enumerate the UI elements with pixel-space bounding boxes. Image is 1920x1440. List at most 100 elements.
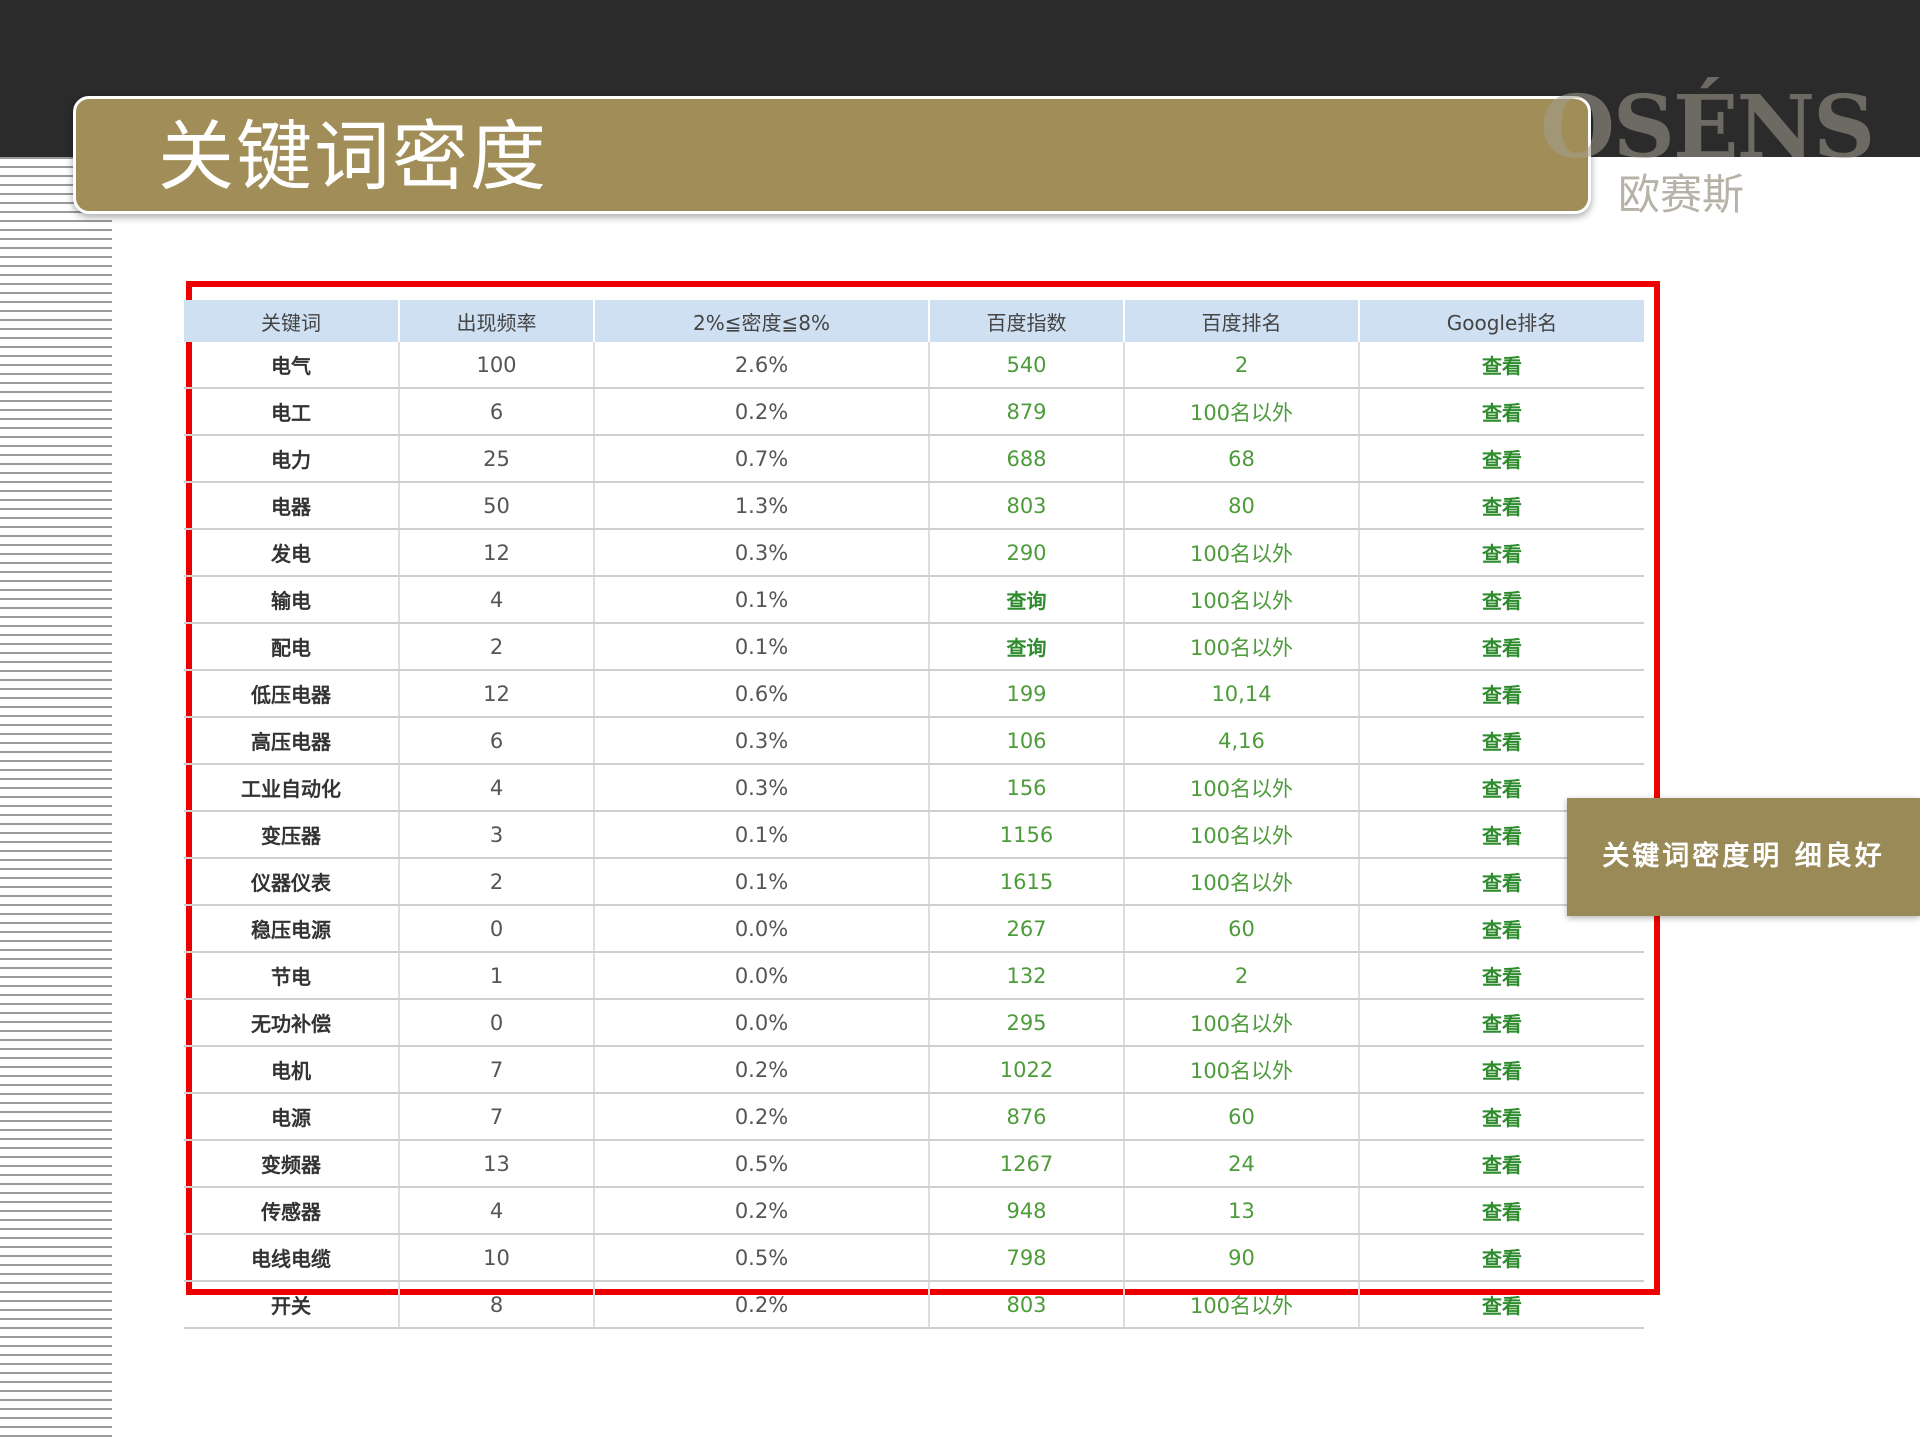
keyword-cell: 变压器 <box>184 811 400 859</box>
view-link[interactable]: 查看 <box>1359 529 1644 577</box>
table-row: 稳压电源 0 0.0% 267 60 查看 <box>184 905 1644 953</box>
table-cell: 13 <box>399 1140 595 1188</box>
keyword-cell: 电源 <box>184 1093 400 1141</box>
table-row: 电器 50 1.3% 803 80 查看 <box>184 482 1644 530</box>
table-body: 电气 100 2.6% 540 2 查看 电工 6 0.2% 879 100名以外 查看 电力 25 0.7… <box>184 342 1644 1329</box>
table-cell: 803 <box>929 482 1125 530</box>
table-cell: 0.2% <box>594 1046 930 1094</box>
table-cell: 1.3% <box>594 482 930 530</box>
table-row: 节电 1 0.0% 132 2 查看 <box>184 952 1644 1000</box>
table-cell: 7 <box>399 1093 595 1141</box>
table-cell: 24 <box>1124 1140 1360 1188</box>
table-cell: 1 <box>399 952 595 1000</box>
table-cell: 156 <box>929 764 1125 812</box>
table-row: 工业自动化 4 0.3% 156 100名以外 查看 <box>184 764 1644 812</box>
title-bar: 关键词密度 <box>73 96 1591 214</box>
view-link[interactable]: 查看 <box>1359 435 1644 483</box>
table-cell: 295 <box>929 999 1125 1047</box>
table-cell: 1156 <box>929 811 1125 859</box>
table-cell: 100名以外 <box>1124 811 1360 859</box>
keyword-cell: 配电 <box>184 623 400 671</box>
table-cell: 10 <box>399 1234 595 1282</box>
column-header: 2%≦密度≦8% <box>594 300 930 342</box>
table-cell: 876 <box>929 1093 1125 1141</box>
callout-text: 关键词密度明 细良好 <box>1602 841 1885 872</box>
table-row: 配电 2 0.1% 查询 100名以外 查看 <box>184 623 1644 671</box>
left-stripe-decoration <box>0 157 112 1440</box>
view-link[interactable]: 查看 <box>1359 1093 1644 1141</box>
table-cell: 0 <box>399 905 595 953</box>
view-link[interactable]: 查看 <box>1359 1046 1644 1094</box>
view-link[interactable]: 查看 <box>1359 576 1644 624</box>
table-cell: 0.0% <box>594 905 930 953</box>
query-link[interactable]: 查询 <box>929 623 1125 671</box>
keyword-cell: 开关 <box>184 1281 400 1329</box>
view-link[interactable]: 查看 <box>1359 1281 1644 1329</box>
table-cell: 100 <box>399 342 595 389</box>
keyword-cell: 变频器 <box>184 1140 400 1188</box>
view-link[interactable]: 查看 <box>1359 999 1644 1047</box>
table-row: 输电 4 0.1% 查询 100名以外 查看 <box>184 576 1644 624</box>
table-cell: 0.3% <box>594 764 930 812</box>
keyword-cell: 高压电器 <box>184 717 400 765</box>
table-cell: 7 <box>399 1046 595 1094</box>
table-cell: 0.0% <box>594 952 930 1000</box>
view-link[interactable]: 查看 <box>1359 388 1644 436</box>
keyword-cell: 工业自动化 <box>184 764 400 812</box>
view-link[interactable]: 查看 <box>1359 623 1644 671</box>
table-cell: 4 <box>399 576 595 624</box>
view-link[interactable]: 查看 <box>1359 482 1644 530</box>
table-cell: 267 <box>929 905 1125 953</box>
keyword-density-table: 关键词 出现频率 2%≦密度≦8% 百度指数 百度排名 Google排名 电气 100 2.6… <box>184 300 1644 1329</box>
table-row: 电源 7 0.2% 876 60 查看 <box>184 1093 1644 1141</box>
table-cell: 13 <box>1124 1187 1360 1235</box>
keyword-cell: 电器 <box>184 482 400 530</box>
keyword-cell: 电气 <box>184 342 400 389</box>
table-row: 电工 6 0.2% 879 100名以外 查看 <box>184 388 1644 436</box>
view-link[interactable]: 查看 <box>1359 342 1644 389</box>
keyword-table-highlight-frame: 关键词 出现频率 2%≦密度≦8% 百度指数 百度排名 Google排名 电气 100 2.6… <box>184 281 1660 1329</box>
table-cell: 10,14 <box>1124 670 1360 718</box>
table-cell: 798 <box>929 1234 1125 1282</box>
brand-logo: OSÉNS 欧赛斯 <box>1540 78 1875 228</box>
column-header: 出现频率 <box>399 300 595 342</box>
table-cell: 803 <box>929 1281 1125 1329</box>
table-cell: 0.3% <box>594 529 930 577</box>
keyword-cell: 仪器仪表 <box>184 858 400 906</box>
table-row: 无功补偿 0 0.0% 295 100名以外 查看 <box>184 999 1644 1047</box>
table-cell: 540 <box>929 342 1125 389</box>
view-link[interactable]: 查看 <box>1359 717 1644 765</box>
query-link[interactable]: 查询 <box>929 576 1125 624</box>
table-header-row: 关键词 出现频率 2%≦密度≦8% 百度指数 百度排名 Google排名 <box>184 300 1644 342</box>
slide-title: 关键词密度 <box>158 112 548 201</box>
table-row: 变频器 13 0.5% 1267 24 查看 <box>184 1140 1644 1188</box>
table-row: 低压电器 12 0.6% 199 10,14 查看 <box>184 670 1644 718</box>
table-cell: 100名以外 <box>1124 388 1360 436</box>
table-cell: 100名以外 <box>1124 999 1360 1047</box>
table-row: 电线电缆 10 0.5% 798 90 查看 <box>184 1234 1644 1282</box>
view-link[interactable]: 查看 <box>1359 1234 1644 1282</box>
table-cell: 100名以外 <box>1124 1046 1360 1094</box>
table-cell: 0.1% <box>594 811 930 859</box>
table-cell: 60 <box>1124 905 1360 953</box>
logo-wordmark: OSÉNS <box>1540 77 1875 178</box>
table-cell: 0 <box>399 999 595 1047</box>
view-link[interactable]: 查看 <box>1359 1187 1644 1235</box>
table-cell: 2 <box>1124 952 1360 1000</box>
table-cell: 4,16 <box>1124 717 1360 765</box>
table-cell: 6 <box>399 717 595 765</box>
table-cell: 0.7% <box>594 435 930 483</box>
view-link[interactable]: 查看 <box>1359 952 1644 1000</box>
table-row: 变压器 3 0.1% 1156 100名以外 查看 <box>184 811 1644 859</box>
column-header: 关键词 <box>184 300 400 342</box>
keyword-cell: 输电 <box>184 576 400 624</box>
table-cell: 3 <box>399 811 595 859</box>
table-cell: 60 <box>1124 1093 1360 1141</box>
table-cell: 0.2% <box>594 1281 930 1329</box>
view-link[interactable]: 查看 <box>1359 1140 1644 1188</box>
view-link[interactable]: 查看 <box>1359 670 1644 718</box>
keyword-cell: 电工 <box>184 388 400 436</box>
table-cell: 4 <box>399 764 595 812</box>
table-row: 电力 25 0.7% 688 68 查看 <box>184 435 1644 483</box>
table-cell: 1615 <box>929 858 1125 906</box>
